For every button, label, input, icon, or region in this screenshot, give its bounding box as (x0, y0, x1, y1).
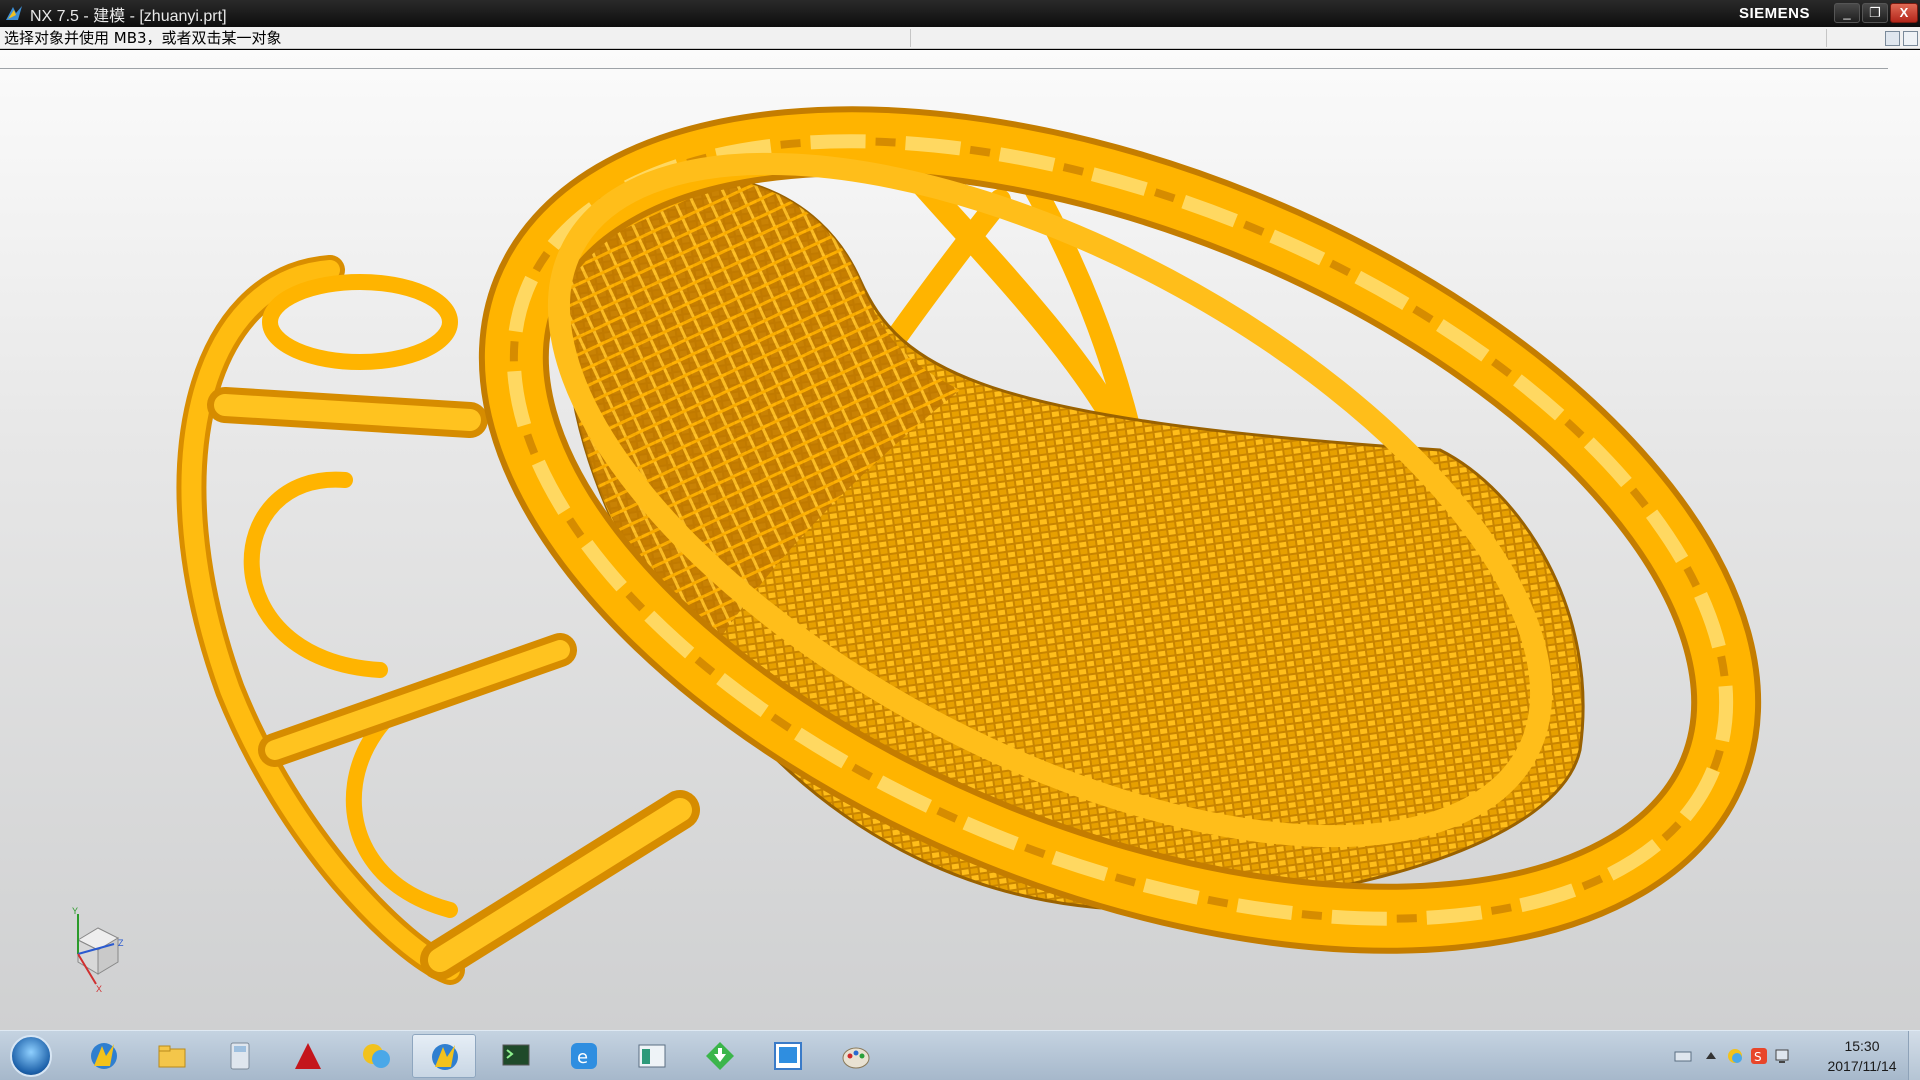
svg-text:Y: Y (72, 906, 78, 916)
svg-text:e: e (577, 1047, 588, 1068)
graphics-window[interactable]: Y Z X (0, 50, 1920, 1030)
chevron-up-icon[interactable] (1702, 1047, 1720, 1065)
cue-line: 选择对象并使用 MB3，或者双击某一对象 (0, 27, 1920, 49)
browser-icon: e (571, 1043, 597, 1069)
file-explorer-icon (158, 1045, 186, 1068)
cue-text: 选择对象并使用 MB3，或者双击某一对象 (4, 29, 282, 47)
taskbar-item-explorer[interactable] (140, 1034, 204, 1078)
clock-time: 15:30 (1844, 1038, 1880, 1054)
calculator-icon (230, 1042, 250, 1070)
keyboard-icon[interactable] (1674, 1047, 1692, 1065)
cue-divider (1826, 29, 1827, 47)
taskbar-item-download[interactable] (688, 1034, 752, 1078)
taskbar-item-calculator[interactable] (208, 1034, 272, 1078)
taskbar-item-blue-app[interactable] (756, 1034, 820, 1078)
download-icon (706, 1042, 734, 1070)
cue-divider (910, 29, 911, 47)
status-toggle-icon[interactable] (1885, 31, 1900, 46)
clock-date: 2017/11/14 (1827, 1058, 1897, 1074)
taskbar-item-browser[interactable]: e (552, 1034, 616, 1078)
taskbar: e S 15:30 2017/11/14 (0, 1030, 1920, 1080)
title-bar: NX 7.5 - 建模 - [zhuanyi.prt] SIEMENS _ ❐ … (0, 0, 1920, 27)
restore-button[interactable]: ❐ (1862, 3, 1888, 23)
taskbar-item-chat[interactable] (344, 1034, 408, 1078)
view-triad: Y Z X (72, 906, 124, 994)
network-icon[interactable] (1726, 1047, 1744, 1065)
chat-icon (363, 1044, 390, 1068)
taskbar-item-nx[interactable] (72, 1034, 136, 1078)
clock[interactable]: 15:30 2017/11/14 (1822, 1036, 1902, 1076)
siemens-logo: SIEMENS (1738, 5, 1810, 22)
close-button[interactable]: X (1890, 3, 1918, 23)
svg-text:S: S (1754, 1050, 1762, 1064)
sogou-icon[interactable]: S (1750, 1047, 1768, 1065)
taskbar-item-autocad[interactable] (276, 1034, 340, 1078)
rocking-chair-model[interactable] (0, 50, 1920, 1030)
volume-icon[interactable] (1774, 1047, 1792, 1065)
svg-text:Z: Z (118, 938, 124, 948)
window-app-icon (638, 1044, 666, 1068)
terminal-icon (502, 1044, 530, 1066)
nx-app-icon[interactable] (4, 4, 24, 24)
full-screen-icon[interactable] (1903, 31, 1918, 46)
window-title: NX 7.5 - 建模 - [zhuanyi.prt] (30, 7, 227, 25)
taskbar-item-window-app[interactable] (620, 1034, 684, 1078)
svg-text:X: X (96, 984, 102, 994)
taskbar-item-terminal[interactable] (484, 1034, 548, 1078)
blue-app-icon (774, 1042, 802, 1070)
show-desktop-button[interactable] (1908, 1031, 1920, 1080)
taskbar-item-paint[interactable] (824, 1034, 888, 1078)
nx-icon (91, 1043, 117, 1069)
paint-icon (842, 1047, 870, 1069)
taskbar-item-nx-active[interactable] (412, 1034, 476, 1078)
minimize-button[interactable]: _ (1834, 3, 1860, 23)
windows-start-icon[interactable] (10, 1035, 52, 1077)
nx-icon (432, 1044, 458, 1070)
autocad-icon (295, 1043, 321, 1069)
